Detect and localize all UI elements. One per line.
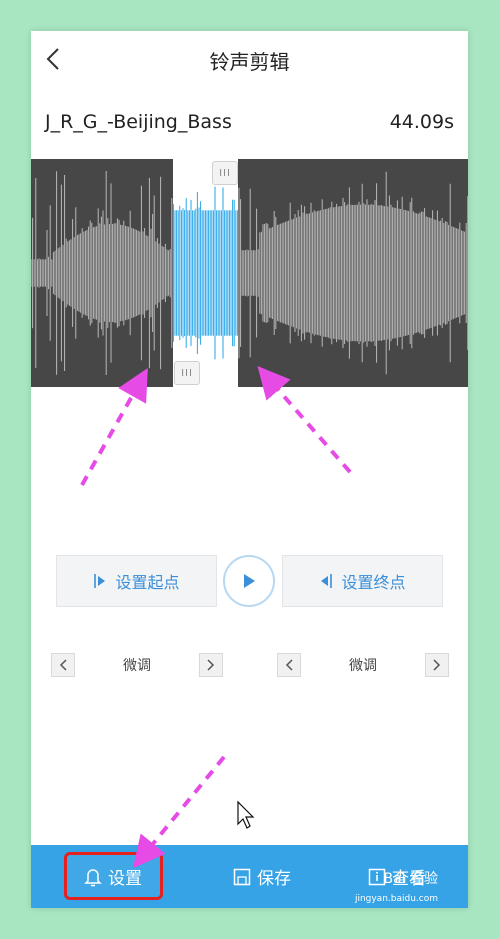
bottom-action-bar: 设置 保存 查看 Bai 经验 jingyan.baidu.com (31, 845, 468, 908)
fine-tune-start: 微调 (51, 653, 223, 677)
fine-tune-start-increase-button[interactable] (199, 653, 223, 677)
set-start-label: 设置起点 (115, 573, 180, 592)
song-duration: 44.09s (389, 111, 454, 133)
fine-tune-start-label: 微调 (123, 658, 151, 674)
set-end-button[interactable]: 设置终点 (282, 555, 443, 607)
set-ringtone-button[interactable]: 设置 (63, 845, 163, 908)
play-button[interactable] (223, 555, 275, 607)
page-title: 铃声剪辑 (209, 50, 290, 74)
song-name: J_R_G_-Beijing_Bass (45, 111, 232, 133)
watermark: Bai 经验 (383, 871, 438, 887)
start-drag-handle[interactable]: III (174, 361, 200, 385)
fine-tune-end-label: 微调 (349, 658, 377, 674)
chevron-right-icon (207, 659, 215, 671)
set-label: 设置 (108, 869, 142, 889)
bell-icon (84, 867, 102, 887)
waveform-editor[interactable]: III III (31, 159, 468, 387)
fine-tune-end-increase-button[interactable] (425, 653, 449, 677)
play-icon (244, 574, 255, 588)
start-marker-icon (93, 572, 107, 590)
end-drag-handle[interactable]: III (212, 161, 238, 185)
phone-screen: 铃声剪辑 J_R_G_-Beijing_Bass 44.09s III III … (31, 31, 468, 908)
end-marker-icon (319, 572, 333, 590)
set-start-button[interactable]: 设置起点 (56, 555, 217, 607)
set-end-label: 设置终点 (341, 573, 406, 592)
chevron-right-icon (433, 659, 441, 671)
waveform-graphic (31, 171, 468, 375)
trim-controls: 设置起点 设置终点 (31, 555, 468, 611)
save-button[interactable]: 保存 (214, 845, 310, 908)
save-icon (233, 868, 251, 886)
save-label: 保存 (257, 869, 291, 889)
header: 铃声剪辑 (31, 31, 468, 91)
song-info: J_R_G_-Beijing_Bass 44.09s (45, 111, 454, 141)
watermark-url: jingyan.baidu.com (354, 894, 438, 904)
fine-tune-end: 微调 (277, 653, 449, 677)
